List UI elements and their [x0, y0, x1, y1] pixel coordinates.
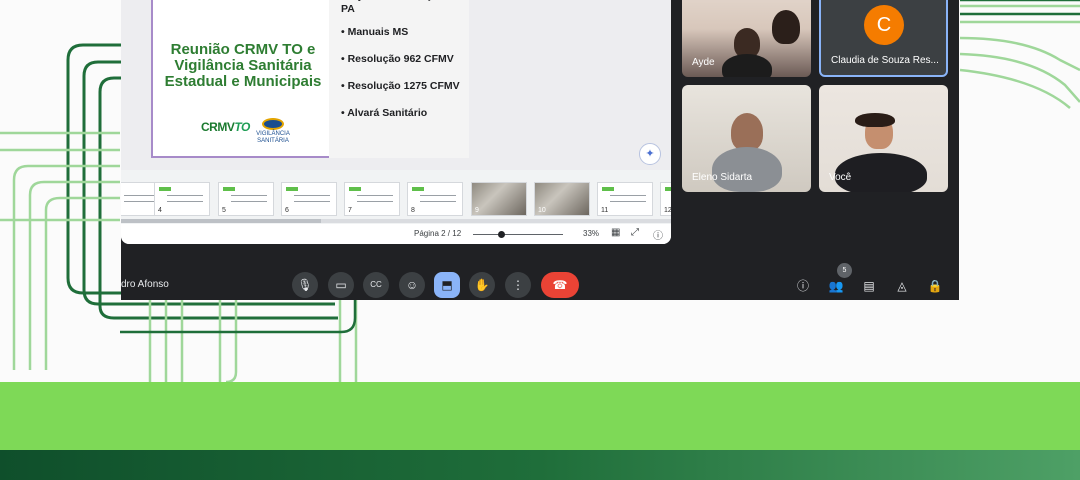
participant-name: Claudia de Souza Res... — [831, 55, 939, 66]
captions-icon[interactable]: CC — [363, 272, 389, 298]
slide-thumbnail[interactable]: 5 — [218, 182, 274, 216]
chat-icon[interactable]: ▤ — [859, 276, 879, 296]
raise-hand-icon[interactable]: ✋ — [469, 272, 495, 298]
participant-video — [855, 113, 895, 127]
eye-icon — [262, 118, 284, 130]
thumbnail-number: 4 — [158, 207, 162, 214]
slide-title: Reunião CRMV TO e Vigilância Sanitária E… — [164, 41, 322, 90]
host-controls-icon[interactable]: 🔒 — [925, 276, 945, 296]
participant-video — [772, 10, 800, 44]
thumbnail-scrollbar[interactable] — [121, 219, 671, 223]
hangup-icon[interactable]: ☎ — [541, 272, 579, 298]
thumbnail-number: 8 — [411, 207, 415, 214]
vigilancia-logo-text: VIGILÂNCIA SANITÁRIA — [256, 131, 290, 144]
thumbnail-number: 11 — [601, 207, 609, 214]
zoom-slider[interactable] — [473, 234, 563, 235]
people-icon[interactable]: 👥 — [826, 276, 846, 296]
thumbnail-number: 12 — [664, 207, 671, 214]
participant-tile-eleno[interactable]: Eleno Sidarta — [682, 85, 811, 192]
crmv-logo: CRMVTO — [201, 120, 250, 134]
slide-bullet: • Alvará Sanitário — [341, 107, 428, 119]
activities-icon[interactable]: ◬ — [892, 276, 912, 296]
slide-thumbnail[interactable]: 9 — [471, 182, 527, 216]
participant-name: Ayde — [692, 57, 715, 68]
slide-thumbnail[interactable]: 12 — [660, 182, 671, 216]
slide-thumbnail[interactable]: 6 — [281, 182, 337, 216]
meeting-presenter-name: dro Afonso — [121, 279, 169, 290]
present-screen-icon[interactable]: ⬒ — [434, 272, 460, 298]
page-indicator: Página 2 / 12 — [414, 229, 462, 238]
slide-bullet: • Resolução 1275 CFMV — [341, 80, 460, 92]
slide-thumbnail[interactable]: 4 — [154, 182, 210, 216]
zoom-slider-knob[interactable] — [498, 231, 505, 238]
slide-bullet: • Manuais MS — [341, 26, 409, 38]
participant-video — [722, 54, 772, 77]
info-icon[interactable]: ⓘ — [793, 276, 813, 296]
slide-bullet: Projeto de castração CCZ PA — [341, 0, 469, 15]
emoji-icon[interactable]: ☺ — [399, 272, 425, 298]
presentation-panel: Reunião CRMV TO e Vigilância Sanitária E… — [121, 0, 671, 244]
participant-name: Você — [829, 172, 852, 183]
camera-icon[interactable]: ▭ — [328, 272, 354, 298]
fullscreen-icon[interactable]: ⤢ — [631, 227, 639, 238]
sparkle-icon[interactable]: ✦ — [639, 143, 661, 165]
participant-tile-ayde[interactable]: Ayde — [682, 0, 811, 77]
thumbnail-number: 6 — [285, 207, 289, 214]
crmv-logo-suffix: TO — [234, 120, 250, 134]
scrollbar-thumb[interactable] — [121, 219, 321, 223]
slide-thumbnail[interactable]: 11 — [597, 182, 653, 216]
avatar: C — [864, 5, 904, 45]
slide-bullets: Projeto de castração CCZ PA • Manuais MS… — [341, 0, 481, 120]
crmv-logo-text: CRMV — [201, 120, 235, 134]
banner-dark-band — [0, 450, 1080, 480]
help-icon[interactable]: ⓘ — [653, 227, 663, 242]
banner-light-band — [0, 382, 1080, 452]
participant-video — [712, 147, 782, 192]
thumbnail-number: 10 — [538, 207, 546, 214]
participant-name: Eleno Sidarta — [692, 172, 753, 183]
more-options-icon[interactable]: ⋮ — [505, 272, 531, 298]
slide-thumbnail[interactable]: 8 — [407, 182, 463, 216]
thumbnail-number: 7 — [348, 207, 352, 214]
page-root: Reunião CRMV TO e Vigilância Sanitária E… — [0, 0, 1080, 480]
grid-view-icon[interactable]: ▦ — [611, 227, 620, 238]
mic-icon[interactable]: 🎙 — [292, 272, 318, 298]
thumbnail-number: 9 — [475, 207, 479, 214]
slide-thumbnail-strip[interactable]: 4 5 6 7 8 9 10 11 12 — [121, 176, 671, 222]
participant-tile-you[interactable]: Você — [819, 85, 948, 192]
presentation-toolbar: Página 2 / 12 33% ▦ ⤢ ⓘ — [121, 224, 671, 244]
slide-viewport: Reunião CRMV TO e Vigilância Sanitária E… — [121, 0, 671, 170]
slide-thumbnail[interactable]: 7 — [344, 182, 400, 216]
zoom-percent: 33% — [583, 229, 600, 238]
participant-tile-claudia[interactable]: C Claudia de Souza Res... — [819, 0, 948, 77]
vigilancia-logo: VIGILÂNCIA SANITÁRIA — [253, 118, 293, 145]
current-slide: Reunião CRMV TO e Vigilância Sanitária E… — [151, 0, 469, 158]
slide-bullet: • Resolução 962 CFMV — [341, 53, 454, 65]
thumbnail-number: 5 — [222, 207, 226, 214]
slide-thumbnail[interactable]: 10 — [534, 182, 590, 216]
meet-window: Reunião CRMV TO e Vigilância Sanitária E… — [121, 0, 959, 300]
participant-video — [731, 113, 763, 151]
